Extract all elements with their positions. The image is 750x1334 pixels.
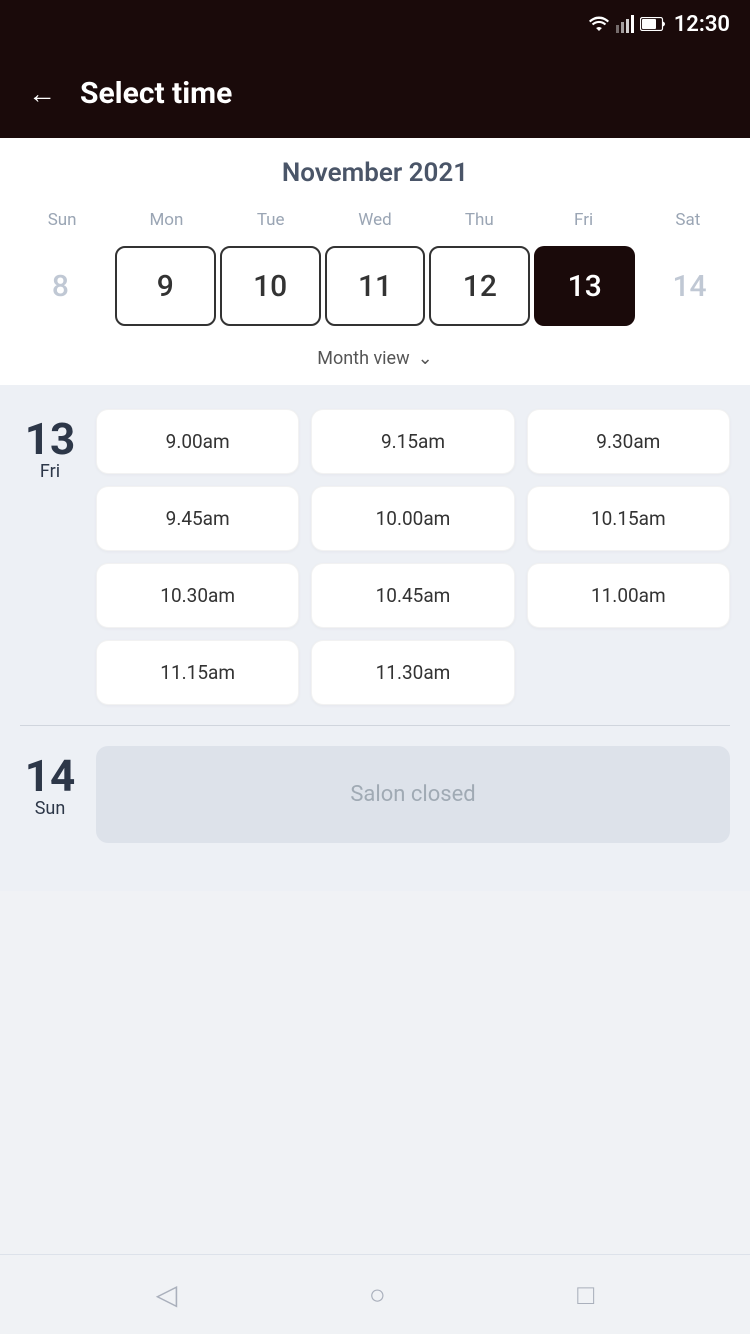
weekday-thu: Thu bbox=[427, 204, 531, 236]
day-number-14: 14 bbox=[25, 754, 76, 798]
status-time: 12:30 bbox=[674, 12, 730, 37]
calendar-section: November 2021 Sun Mon Tue Wed Thu Fri Sa… bbox=[0, 138, 750, 385]
signal-icon bbox=[616, 15, 634, 33]
battery-icon bbox=[640, 17, 666, 31]
wifi-icon bbox=[588, 15, 610, 33]
date-cell-9[interactable]: 9 bbox=[115, 246, 216, 326]
date-cell-14: 14 bbox=[639, 246, 740, 326]
time-slot-1015am[interactable]: 10.15am bbox=[527, 486, 730, 551]
chevron-down-icon: ⌄ bbox=[418, 348, 433, 369]
weekday-sat: Sat bbox=[636, 204, 740, 236]
date-cell-13[interactable]: 13 bbox=[534, 246, 635, 326]
time-slots-grid-13: 9.00am9.15am9.30am9.45am10.00am10.15am10… bbox=[96, 409, 730, 705]
status-bar: 12:30 bbox=[0, 0, 750, 48]
day-label-13: 13Fri bbox=[20, 409, 80, 705]
time-section: 13Fri 9.00am9.15am9.30am 9.45am10.00am10.1… bbox=[0, 385, 750, 891]
navigation-bar: ◁ ○ □ bbox=[0, 1254, 750, 1334]
weekday-fri: Fri bbox=[531, 204, 635, 236]
nav-home-button[interactable]: ○ bbox=[369, 1278, 386, 1311]
weekday-mon: Mon bbox=[114, 204, 218, 236]
time-slot-1030am[interactable]: 10.30am bbox=[96, 563, 299, 628]
date-cell-8: 8 bbox=[10, 246, 111, 326]
time-slot-1045am[interactable]: 10.45am bbox=[311, 563, 514, 628]
day-number-13: 13 bbox=[25, 417, 76, 461]
nav-recents-button[interactable]: □ bbox=[577, 1278, 594, 1311]
day-name-14: Sun bbox=[35, 798, 66, 819]
month-view-label: Month view bbox=[317, 348, 409, 369]
day-block-13: 13Fri 9.00am9.15am9.30am 9.45am10.00am10.1… bbox=[20, 409, 730, 705]
date-cell-11[interactable]: 11 bbox=[325, 246, 426, 326]
weekday-tue: Tue bbox=[219, 204, 323, 236]
page-title: Select time bbox=[80, 76, 232, 111]
week-days-row: Sun Mon Tue Wed Thu Fri Sat bbox=[0, 204, 750, 236]
section-divider-1 bbox=[20, 725, 730, 726]
time-slot-1100am[interactable]: 11.00am bbox=[527, 563, 730, 628]
day-name-13: Fri bbox=[40, 461, 60, 482]
app-header: ← Select time bbox=[0, 48, 750, 138]
day-block-14: 14Sun Salon closed bbox=[20, 746, 730, 867]
salon-closed-label: Salon closed bbox=[96, 746, 730, 843]
month-view-toggle[interactable]: Month view ⌄ bbox=[0, 336, 750, 385]
time-slot-1130am[interactable]: 11.30am bbox=[311, 640, 514, 705]
day-label-14: 14Sun bbox=[20, 746, 80, 843]
weekday-wed: Wed bbox=[323, 204, 427, 236]
date-cell-12[interactable]: 12 bbox=[429, 246, 530, 326]
time-slot-945am[interactable]: 9.45am bbox=[96, 486, 299, 551]
status-icons bbox=[588, 15, 666, 33]
nav-back-button[interactable]: ◁ bbox=[156, 1278, 178, 1311]
dates-row: 891011121314 bbox=[0, 246, 750, 336]
time-slot-915am[interactable]: 9.15am bbox=[311, 409, 514, 474]
time-slot-900am[interactable]: 9.00am bbox=[96, 409, 299, 474]
time-slot-1000am[interactable]: 10.00am bbox=[311, 486, 514, 551]
time-slot-1115am[interactable]: 11.15am bbox=[96, 640, 299, 705]
month-year-label: November 2021 bbox=[0, 158, 750, 188]
weekday-sun: Sun bbox=[10, 204, 114, 236]
date-cell-10[interactable]: 10 bbox=[220, 246, 321, 326]
time-slot-930am[interactable]: 9.30am bbox=[527, 409, 730, 474]
back-button[interactable]: ← bbox=[28, 77, 56, 110]
